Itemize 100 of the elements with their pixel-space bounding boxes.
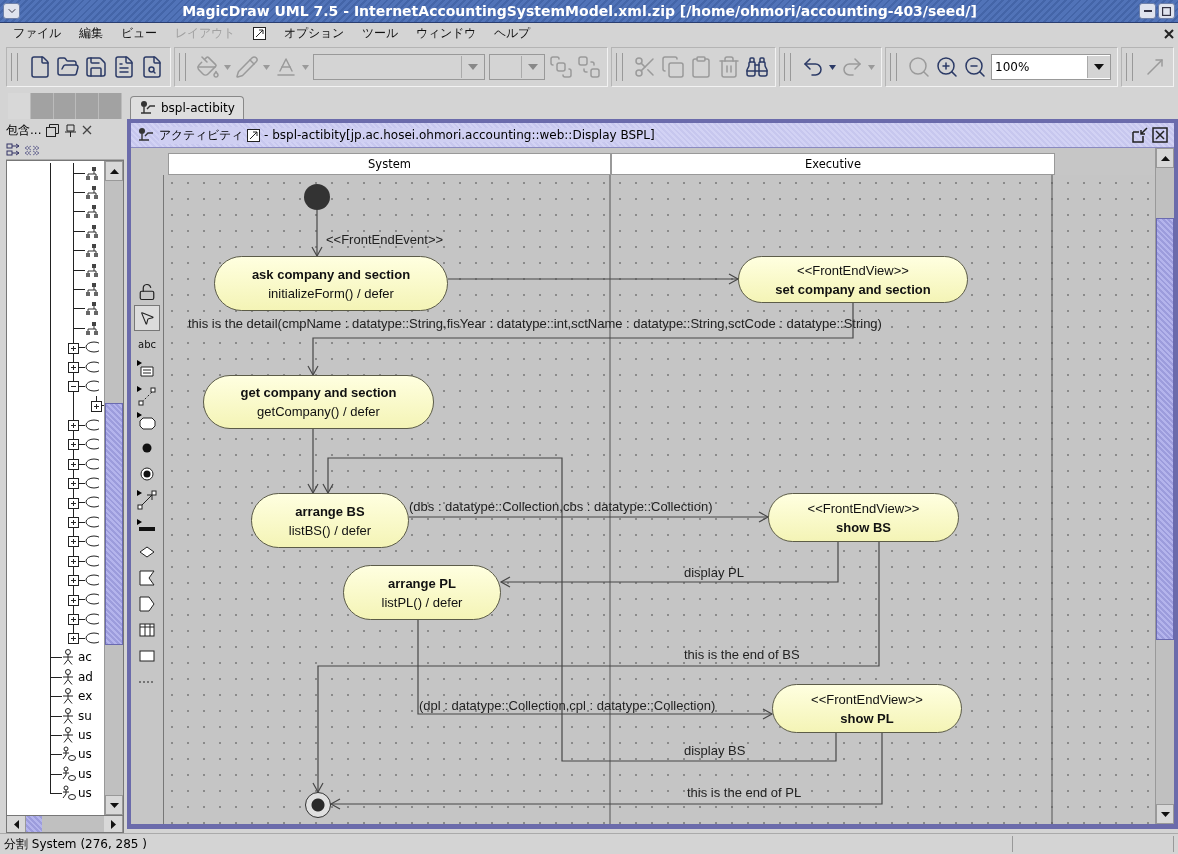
expand-icon[interactable] <box>68 575 79 587</box>
diagram-subtitle: - bspl-actibity[jp.ac.hosei.ohmori.accounting::web::Display BSPL] <box>264 128 655 142</box>
action-behavior: listPL() / defer <box>381 594 463 610</box>
scrollbar[interactable] <box>6 816 124 833</box>
initial-node-icon <box>142 443 152 453</box>
tree-item[interactable]: us <box>76 725 92 745</box>
folder-icon[interactable] <box>56 55 80 79</box>
action-node-icon <box>137 412 157 432</box>
action-behavior: listBS() / defer <box>288 522 372 538</box>
window-menu-button[interactable] <box>3 3 20 19</box>
restore-icon[interactable] <box>46 123 60 137</box>
action-icon <box>85 204 99 219</box>
expand-icon[interactable] <box>68 478 79 490</box>
scroll-thumb[interactable] <box>105 403 123 645</box>
scroll-down-icon[interactable] <box>1160 811 1170 817</box>
caret-icon[interactable] <box>829 64 836 70</box>
collapse-icon[interactable] <box>68 381 79 393</box>
close-icon[interactable] <box>1152 127 1168 143</box>
menu-item[interactable]: ウィンドウ <box>407 25 485 42</box>
expand-all-icon[interactable] <box>6 143 22 157</box>
toolbar-grip[interactable] <box>616 53 623 81</box>
scroll-thumb[interactable] <box>26 816 42 832</box>
undo-icon[interactable] <box>801 55 825 79</box>
scrollbar[interactable] <box>104 161 123 815</box>
menu-item[interactable]: ヘルプ <box>485 25 539 42</box>
close-icon[interactable] <box>82 125 93 135</box>
tree-item[interactable]: us <box>76 744 92 765</box>
transition-label: display BS <box>684 743 746 758</box>
caret-icon <box>468 64 478 70</box>
new-document-icon[interactable] <box>28 55 52 79</box>
expand-icon[interactable] <box>68 594 79 606</box>
expand-icon[interactable] <box>68 361 79 373</box>
expand-icon[interactable] <box>68 633 79 645</box>
binoculars-icon[interactable] <box>745 55 769 79</box>
action-icon <box>85 282 99 297</box>
action-icon <box>85 262 99 277</box>
transition-label: (dpl : datatype::Collection,cpl : datatype::Collection) <box>419 698 716 713</box>
menu-item[interactable]: 編集 <box>70 25 112 42</box>
diagram-tab[interactable]: bspl-actibity <box>130 96 244 119</box>
tree-item[interactable]: ex <box>76 686 93 706</box>
expand-icon[interactable] <box>68 439 79 451</box>
action-icon <box>85 243 99 258</box>
action-name: show PL <box>840 710 894 726</box>
tree-item[interactable]: su <box>76 705 92 726</box>
stereotype-label: <<FrontEndView>> <box>797 262 909 278</box>
scroll-thumb[interactable] <box>1156 218 1174 640</box>
tree-item[interactable]: ad <box>76 667 93 687</box>
expand-icon[interactable] <box>68 342 79 354</box>
pin-icon[interactable] <box>64 123 78 137</box>
receive-signal-icon <box>139 570 155 586</box>
activity-diagram-icon <box>139 100 157 116</box>
palette-tool[interactable] <box>134 305 160 331</box>
scroll-left-icon[interactable] <box>13 819 19 829</box>
tree-item[interactable]: us <box>76 764 92 784</box>
document-icon[interactable] <box>112 55 136 79</box>
save-icon[interactable] <box>84 55 108 79</box>
menu-item[interactable]: ファイル <box>4 25 70 42</box>
transition-label: this is the detail(cmpName : datatype::String,fisYear : datatype::int,sctName : datatype::String,sctCode : datatype::String) <box>188 316 882 331</box>
expand-icon[interactable] <box>68 517 79 529</box>
toolbar-grip[interactable] <box>1126 53 1133 81</box>
minimize-button[interactable] <box>1139 3 1156 19</box>
transition-label: <<FrontEndEvent>> <box>326 232 444 247</box>
scroll-right-icon[interactable] <box>110 819 116 829</box>
toolbar-grip[interactable] <box>890 53 897 81</box>
menu-item[interactable]: ビュー <box>112 25 166 42</box>
pointer-icon <box>139 310 155 326</box>
menu-item[interactable]: ツール <box>353 25 407 42</box>
expand-icon[interactable] <box>68 497 79 509</box>
palette-tool[interactable] <box>134 487 160 513</box>
expand-icon[interactable] <box>68 555 79 567</box>
palette-tool[interactable]: abc <box>134 331 160 357</box>
menu-item[interactable]: オプション <box>275 25 353 42</box>
tree-item[interactable]: us <box>76 783 92 803</box>
toolbar-grip[interactable] <box>784 53 791 81</box>
zoom-out-icon[interactable] <box>963 55 987 79</box>
maximize-button[interactable] <box>1158 3 1175 19</box>
zoom-in-icon[interactable] <box>935 55 959 79</box>
actor-use-case-icon <box>62 785 76 802</box>
action-behavior: getCompany() / defer <box>257 404 380 419</box>
zoom-combo[interactable]: 100% <box>991 54 1111 80</box>
expand-icon[interactable] <box>91 400 102 412</box>
scroll-up-icon[interactable] <box>1160 155 1170 161</box>
toolbar-grip[interactable] <box>11 53 18 81</box>
decision-diamond-icon <box>139 546 155 558</box>
transition-arrow <box>311 209 323 258</box>
expand-icon[interactable] <box>68 614 79 625</box>
expand-icon[interactable] <box>68 458 79 470</box>
print-preview-icon[interactable] <box>140 55 164 79</box>
expand-icon[interactable] <box>68 536 79 548</box>
scrollbar[interactable] <box>1155 148 1174 824</box>
scroll-down-icon[interactable] <box>109 802 119 808</box>
toolbar-grip[interactable] <box>179 53 186 81</box>
expand-icon[interactable] <box>68 420 79 432</box>
scroll-up-icon[interactable] <box>109 168 119 174</box>
undock-icon[interactable] <box>1132 127 1148 143</box>
final-node <box>305 792 331 818</box>
tree-item[interactable]: ac <box>76 647 92 668</box>
stereotype-icon[interactable] <box>24 144 40 156</box>
close-icon[interactable] <box>1164 28 1174 39</box>
diagram-menu-icon[interactable] <box>253 27 266 40</box>
